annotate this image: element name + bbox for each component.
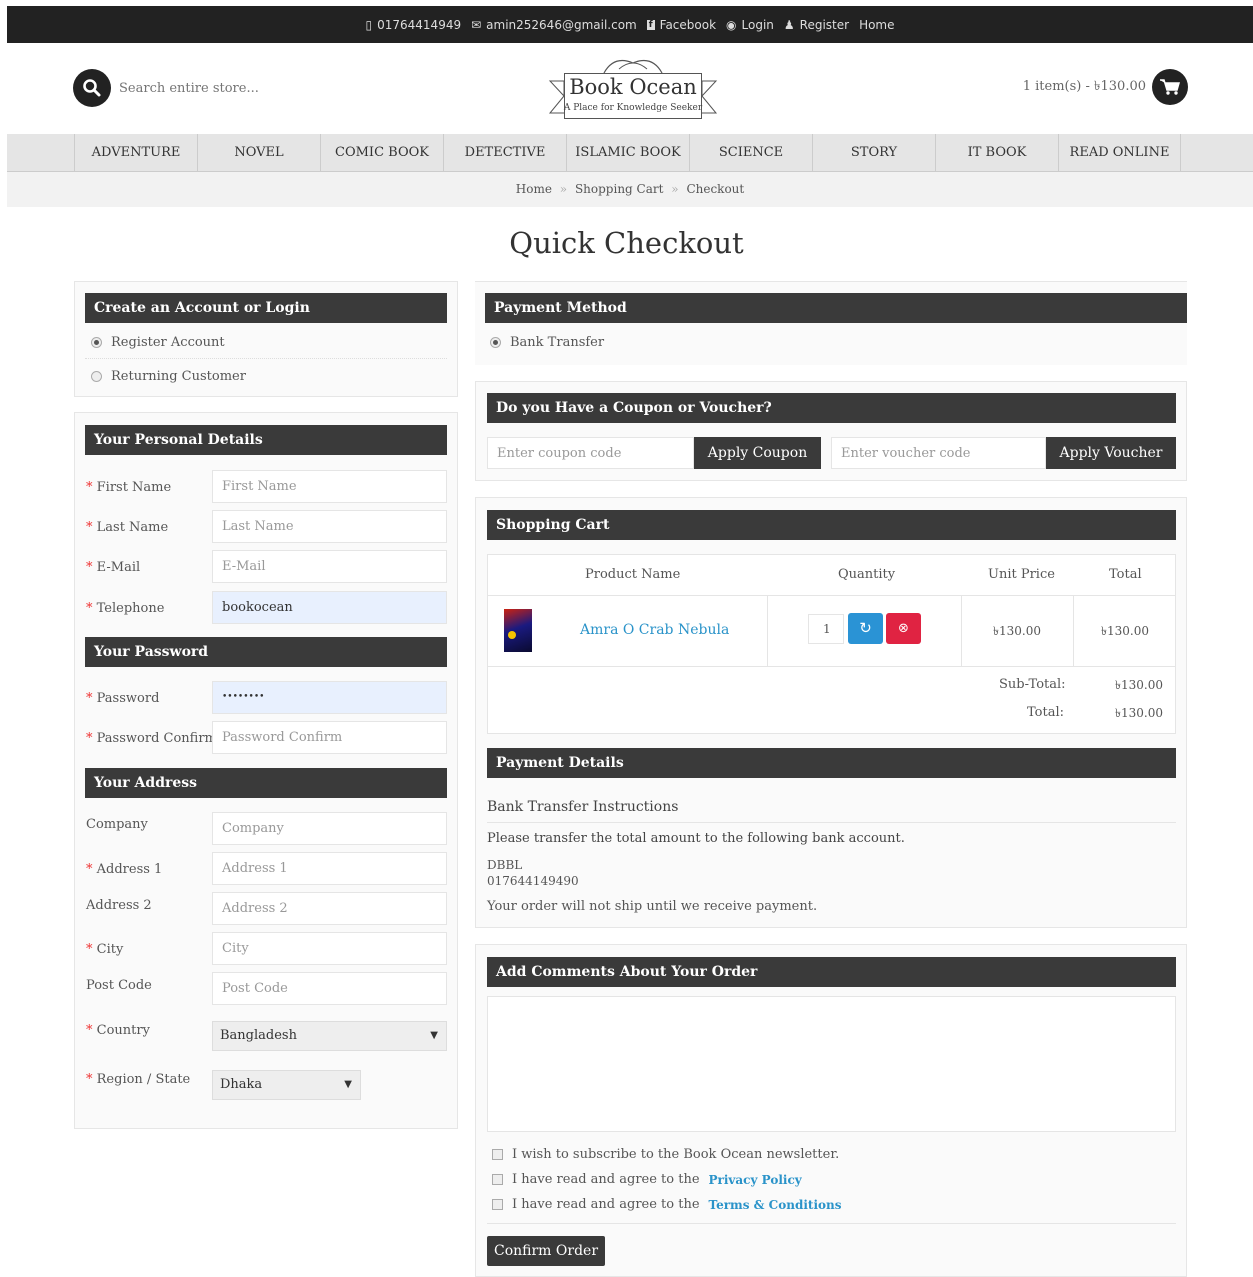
terms-checkbox[interactable]: I have read and agree to the Terms & Cond… bbox=[492, 1197, 842, 1212]
line-total: ৳130.00 bbox=[1101, 624, 1149, 638]
remove-button[interactable]: ⊗ bbox=[886, 613, 921, 644]
nav-item-detective-story[interactable]: DETECTIVE STORY bbox=[443, 134, 566, 197]
password-input[interactable]: •••••••• bbox=[212, 681, 447, 714]
search-bar bbox=[73, 69, 319, 107]
main-nav: ADVENTURE NOVEL COMIC BOOK DETECTIVE STO… bbox=[7, 134, 1253, 197]
telephone-input[interactable]: bookocean bbox=[212, 591, 447, 624]
personal-details-title: Your Personal Details bbox=[85, 425, 447, 455]
login-link[interactable]: ◉ Login bbox=[726, 18, 774, 32]
page-title: Quick Checkout bbox=[509, 226, 744, 260]
postcode-input[interactable]: Post Code bbox=[212, 972, 447, 1005]
coupon-title: Do you Have a Coupon or Voucher? bbox=[487, 393, 1176, 423]
privacy-policy-link[interactable]: Privacy Policy bbox=[709, 1173, 802, 1187]
breadcrumb: Home » Shopping Cart » Checkout bbox=[7, 172, 1253, 207]
phone-link[interactable]: ▯ 01764414949 bbox=[366, 18, 462, 32]
logo[interactable]: Book Ocean A Place for Knowledge Seeker bbox=[544, 51, 722, 125]
password-title: Your Password bbox=[85, 637, 447, 667]
nav-item-novel[interactable]: NOVEL bbox=[197, 134, 320, 171]
shopping-cart-title: Shopping Cart bbox=[487, 510, 1176, 540]
table-row: Amra O Crab Nebula 1 ↻ ⊗ ৳130.00 ৳130.00 bbox=[488, 596, 1175, 667]
address2-input[interactable]: Address 2 bbox=[212, 892, 447, 925]
user-plus-icon: ♟ bbox=[783, 17, 795, 32]
payment-details-title: Payment Details bbox=[487, 748, 1176, 778]
cart-icon[interactable] bbox=[1152, 69, 1188, 105]
address1-input[interactable]: Address 1 bbox=[212, 852, 447, 885]
email-input[interactable]: E-Mail bbox=[212, 550, 447, 583]
subtotal-value: ৳130.00 bbox=[1115, 678, 1163, 692]
user-circle-icon: ◉ bbox=[726, 17, 737, 32]
nav-item-islamic-book[interactable]: ISLAMIC BOOK bbox=[566, 134, 689, 171]
register-link[interactable]: ♟ Register bbox=[784, 18, 849, 32]
nav-item-comic-book[interactable]: COMIC BOOK bbox=[320, 134, 443, 171]
returning-customer-radio[interactable]: Returning Customer bbox=[91, 369, 246, 384]
comments-textarea[interactable] bbox=[487, 996, 1176, 1132]
email-link[interactable]: ✉ amin252646@gmail.com bbox=[471, 18, 637, 32]
cart-summary[interactable]: 1 item(s) - ৳130.00 bbox=[1023, 69, 1188, 105]
unit-price: ৳130.00 bbox=[993, 624, 1041, 638]
comments-panel: Add Comments About Your Order I wish to … bbox=[475, 944, 1187, 1277]
confirm-order-button[interactable]: Confirm Order bbox=[487, 1236, 605, 1266]
quantity-input[interactable]: 1 bbox=[808, 614, 844, 644]
coupon-panel: Do you Have a Coupon or Voucher? Enter c… bbox=[475, 381, 1187, 481]
remove-icon: ⊗ bbox=[898, 621, 909, 636]
site-header: Book Ocean A Place for Knowledge Seeker … bbox=[7, 43, 1253, 134]
product-link[interactable]: Amra O Crab Nebula bbox=[580, 622, 729, 638]
coupon-input[interactable]: Enter coupon code bbox=[487, 437, 694, 469]
cart-table: Product Name Quantity Unit Price Total A… bbox=[487, 554, 1176, 734]
breadcrumb-home[interactable]: Home bbox=[516, 182, 552, 196]
envelope-icon: ✉ bbox=[471, 17, 482, 32]
apply-coupon-button[interactable]: Apply Coupon bbox=[694, 437, 821, 469]
account-panel: Create an Account or Login Register Acco… bbox=[74, 281, 458, 397]
update-button[interactable]: ↻ bbox=[848, 613, 883, 644]
privacy-checkbox[interactable]: I have read and agree to the Privacy Poli… bbox=[492, 1172, 802, 1187]
caret-down-icon: ▼ bbox=[344, 1079, 352, 1090]
top-bar: ▯ 01764414949 ✉ amin252646@gmail.com f Face… bbox=[7, 6, 1253, 43]
nav-item-story[interactable]: STORY bbox=[812, 134, 935, 171]
nav-item-science-fiction[interactable]: SCIENCE FICTION bbox=[689, 134, 812, 197]
breadcrumb-cart[interactable]: Shopping Cart bbox=[575, 182, 664, 196]
terms-link[interactable]: Terms & Conditions bbox=[709, 1198, 842, 1212]
nav-item-it-book[interactable]: IT BOOK bbox=[935, 134, 1058, 171]
refresh-icon: ↻ bbox=[859, 619, 872, 637]
product-thumbnail[interactable] bbox=[504, 609, 532, 652]
home-link[interactable]: Home bbox=[859, 18, 894, 32]
details-panel: Your Personal Details * First Name First… bbox=[74, 412, 458, 1129]
nav-item-adventure[interactable]: ADVENTURE bbox=[74, 134, 197, 171]
region-select[interactable]: Dhaka ▼ bbox=[212, 1070, 361, 1100]
facebook-link[interactable]: f Facebook bbox=[646, 18, 716, 32]
search-input[interactable] bbox=[119, 80, 319, 96]
payment-method-title: Payment Method bbox=[485, 293, 1187, 323]
total-value: ৳130.00 bbox=[1115, 706, 1163, 720]
nav-item-read-online[interactable]: READ ONLINE bbox=[1058, 134, 1181, 171]
cart-panel: Shopping Cart Product Name Quantity Unit… bbox=[475, 497, 1187, 928]
first-name-input[interactable]: First Name bbox=[212, 470, 447, 503]
logo-tagline: A Place for Knowledge Seeker bbox=[563, 103, 703, 113]
phone-icon: ▯ bbox=[365, 17, 373, 32]
facebook-icon: f bbox=[646, 19, 655, 30]
newsletter-checkbox[interactable]: I wish to subscribe to the Book Ocean ne… bbox=[492, 1147, 839, 1162]
bank-transfer-radio[interactable]: Bank Transfer bbox=[490, 335, 604, 350]
last-name-input[interactable]: Last Name bbox=[212, 510, 447, 543]
company-input[interactable]: Company bbox=[212, 812, 447, 845]
logo-title: Book Ocean bbox=[569, 75, 697, 99]
register-account-radio[interactable]: Register Account bbox=[91, 335, 225, 350]
search-icon[interactable] bbox=[73, 69, 111, 107]
account-title: Create an Account or Login bbox=[85, 293, 447, 323]
apply-voucher-button[interactable]: Apply Voucher bbox=[1046, 437, 1176, 469]
payment-method-panel: Payment Method Bank Transfer bbox=[475, 281, 1187, 365]
cart-table-header: Product Name Quantity Unit Price Total bbox=[488, 555, 1175, 596]
breadcrumb-checkout[interactable]: Checkout bbox=[686, 182, 744, 196]
city-input[interactable]: City bbox=[212, 932, 447, 965]
comments-title: Add Comments About Your Order bbox=[487, 957, 1176, 987]
caret-down-icon: ▼ bbox=[430, 1030, 438, 1041]
country-select[interactable]: Bangladesh ▼ bbox=[212, 1021, 447, 1051]
password-confirm-input[interactable]: Password Confirm bbox=[212, 721, 447, 754]
voucher-input[interactable]: Enter voucher code bbox=[831, 437, 1046, 469]
address-title: Your Address bbox=[85, 768, 447, 798]
